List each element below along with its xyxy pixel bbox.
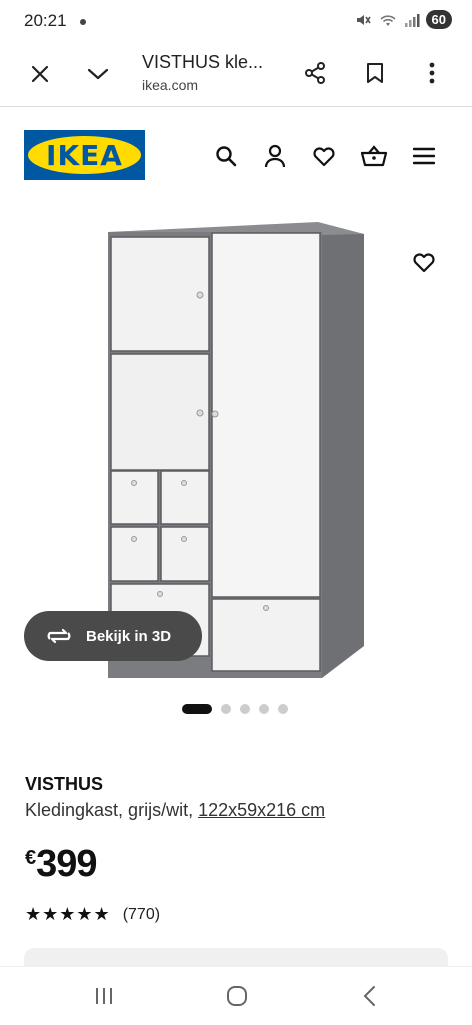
carousel-dot-active[interactable] (182, 704, 212, 714)
rotate-3d-icon (47, 628, 71, 644)
signal-icon (404, 13, 420, 27)
product-type: Kledingkast, grijs/wit, (25, 800, 199, 820)
status-time: 20:21 (24, 11, 67, 30)
rating-count: (770) (122, 905, 161, 923)
home-icon[interactable] (220, 982, 254, 1010)
heart-icon[interactable] (310, 142, 338, 170)
status-bar: 20:21 60 (0, 0, 472, 44)
status-icons: 60 (354, 10, 452, 29)
basket-icon[interactable] (359, 142, 389, 170)
recent-apps-icon[interactable] (86, 983, 122, 1009)
page-title: VISTHUS kle... (142, 52, 264, 72)
wifi-icon (379, 14, 396, 26)
rating-stars-icon: ★★★★★ (25, 904, 111, 924)
carousel-dot[interactable] (221, 704, 231, 714)
price-amount: 399 (36, 843, 97, 885)
product-rating[interactable]: ★★★★★ (770) (25, 904, 160, 925)
back-icon[interactable] (354, 982, 384, 1010)
system-nav-bar (0, 966, 472, 1025)
product-name: VISTHUS (25, 774, 104, 794)
carousel-dot[interactable] (259, 704, 269, 714)
chevron-down-icon[interactable] (84, 60, 112, 88)
view-3d-button[interactable]: Bekijk in 3D (24, 611, 202, 661)
browser-toolbar: VISTHUS kle... ikea.com (0, 44, 472, 107)
product-dimensions-link[interactable]: 122x59x216 cm (198, 800, 325, 820)
carousel-indicator (182, 704, 288, 714)
carousel-dot[interactable] (278, 704, 288, 714)
share-icon[interactable] (300, 58, 330, 88)
view-3d-label: Bekijk in 3D (86, 627, 172, 645)
search-icon[interactable] (212, 142, 240, 170)
battery-indicator: 60 (425, 10, 452, 29)
logo-text: IKEA (46, 138, 123, 172)
ikea-logo[interactable]: IKEA (24, 130, 145, 180)
product-price: € 399 (25, 843, 98, 886)
favorite-product-heart-icon[interactable] (410, 249, 438, 275)
bookmark-icon[interactable] (360, 58, 390, 88)
more-vert-icon[interactable] (418, 58, 446, 88)
mute-icon (356, 14, 371, 25)
page-url: ikea.com (142, 77, 199, 93)
product-description: Kledingkast, grijs/wit, 122x59x216 cm (25, 800, 325, 821)
close-icon[interactable] (26, 60, 54, 88)
profile-icon[interactable] (261, 142, 289, 170)
carousel-dot[interactable] (240, 704, 250, 714)
notification-dot (80, 19, 86, 25)
price-currency: € (25, 847, 37, 869)
hamburger-menu-icon[interactable] (410, 142, 438, 170)
